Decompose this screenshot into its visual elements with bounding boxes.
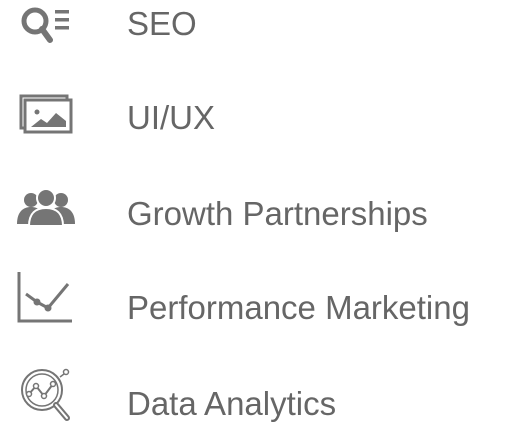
service-label-ui-ux: UI/UX — [127, 99, 216, 136]
line-chart-icon — [10, 264, 82, 328]
service-label-data-analytics: Data Analytics — [127, 385, 337, 422]
service-item-data-analytics[interactable]: Data Analytics — [0, 352, 510, 432]
service-item-ui-ux[interactable]: UI/UX — [0, 80, 510, 160]
people-group-icon — [10, 176, 82, 240]
service-item-growth-partnerships[interactable]: Growth Partnerships — [0, 172, 510, 252]
service-label-seo: SEO — [127, 5, 197, 42]
analytics-magnifier-icon — [10, 362, 82, 426]
image-gallery-icon — [10, 82, 82, 146]
services-list: SEO UI/UX Growth Partnerships Performanc… — [0, 0, 510, 429]
service-item-seo[interactable]: SEO — [0, 0, 510, 80]
seo-search-icon — [10, 0, 82, 58]
service-item-performance-marketing[interactable]: Performance Marketing — [0, 264, 510, 344]
service-label-growth-partnerships: Growth Partnerships — [127, 195, 428, 232]
service-label-performance-marketing: Performance Marketing — [127, 289, 470, 326]
